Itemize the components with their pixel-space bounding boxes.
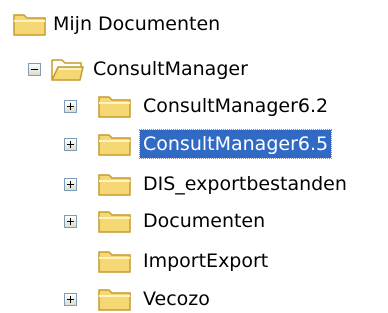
expand-toggle[interactable] bbox=[64, 215, 77, 228]
tree-item-label: DIS_exportbestanden bbox=[143, 173, 347, 195]
folder-icon bbox=[12, 10, 48, 38]
folder-icon bbox=[97, 207, 133, 235]
tree-item-label: ConsultManager bbox=[93, 58, 248, 80]
tree-item-mijn-documenten[interactable]: Mijn Documenten bbox=[0, 10, 388, 38]
folder-icon bbox=[97, 92, 133, 120]
expand-toggle[interactable] bbox=[64, 178, 77, 191]
tree-item-label: Mijn Documenten bbox=[53, 13, 221, 35]
folder-icon bbox=[97, 130, 133, 158]
tree-item-importexport[interactable]: ImportExport bbox=[0, 247, 388, 275]
expand-toggle[interactable] bbox=[64, 293, 77, 306]
expand-toggle[interactable] bbox=[64, 138, 77, 151]
open-folder-icon bbox=[50, 55, 86, 83]
tree-item-dis-exportbestanden[interactable]: DIS_exportbestanden bbox=[0, 170, 388, 198]
folder-icon bbox=[97, 247, 133, 275]
tree-item-consultmanager65[interactable]: ConsultManager6.5 bbox=[0, 129, 388, 159]
tree-item-documenten[interactable]: Documenten bbox=[0, 207, 388, 235]
tree-item-label: ImportExport bbox=[143, 250, 269, 272]
tree-item-label-selected: ConsultManager6.5 bbox=[138, 129, 333, 159]
folder-icon bbox=[97, 170, 133, 198]
tree-item-consultmanager62[interactable]: ConsultManager6.2 bbox=[0, 92, 388, 120]
tree-item-consultmanager[interactable]: ConsultManager bbox=[0, 55, 388, 83]
expand-toggle[interactable] bbox=[64, 100, 77, 113]
tree-item-label: ConsultManager6.2 bbox=[143, 95, 329, 117]
collapse-toggle[interactable] bbox=[28, 63, 41, 76]
tree-item-label: Documenten bbox=[143, 210, 266, 232]
